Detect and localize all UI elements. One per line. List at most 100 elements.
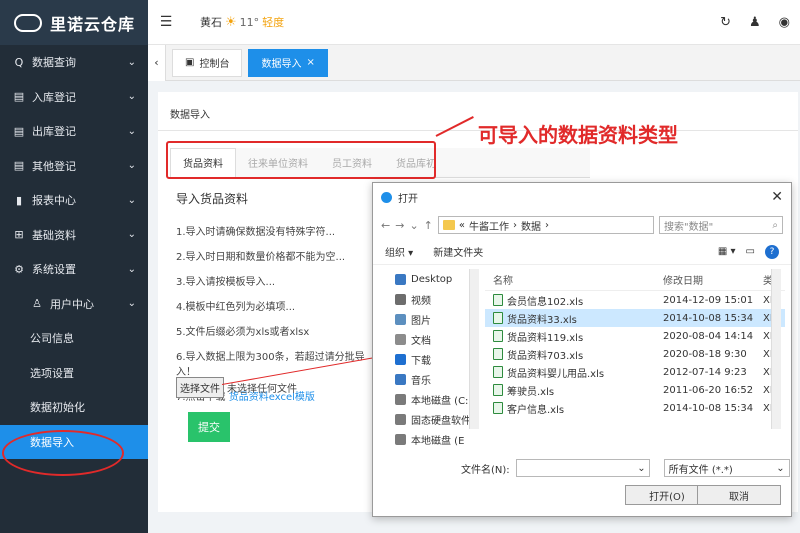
file-name-cell: 客户信息.xls <box>485 401 663 416</box>
more-icon[interactable]: ◉ <box>779 15 790 30</box>
close-icon[interactable]: ✕ <box>771 189 783 205</box>
sidebar-item[interactable]: ▤ 其他登记 ⌄ <box>0 149 148 184</box>
sidebar-item[interactable]: ⊞ 基础资料 ⌄ <box>0 218 148 253</box>
chevron-down-icon: ⌄ <box>127 91 136 103</box>
excel-file-icon <box>493 294 503 306</box>
nav-pane-item[interactable]: 音乐 <box>391 369 479 389</box>
nav-item-label: Desktop <box>411 273 453 285</box>
sidebar-item[interactable]: ▤ 入库登记 ⌄ <box>0 80 148 115</box>
tab-dashboard[interactable]: ▣ 控制台 <box>172 48 243 77</box>
help-icon[interactable]: ? <box>765 244 779 259</box>
filename-input[interactable]: ⌄ <box>515 459 650 477</box>
tab-label: 控制台 <box>199 59 230 70</box>
excel-file-icon <box>493 366 503 378</box>
view-options-icon[interactable]: ▦ ▾ <box>718 246 736 257</box>
annotation-box <box>166 141 436 179</box>
breadcrumb-segment[interactable]: 牛酱工作 <box>469 218 509 233</box>
breadcrumb-segment[interactable]: 数据 <box>521 218 541 233</box>
sidebar-subitem[interactable]: 选项设置 <box>0 356 148 391</box>
sidebar-item[interactable]: ⚙ 系统设置 ⌄ <box>0 252 148 287</box>
tab-data-import[interactable]: 数据导入 × <box>248 48 328 77</box>
nav-pane-item[interactable]: 固态硬盘软件 (D <box>391 409 479 429</box>
chevron-down-icon[interactable]: ⌄ <box>637 463 645 474</box>
recent-locations-icon[interactable]: ⌄ <box>409 219 418 232</box>
search-icon: ⌕ <box>772 219 778 231</box>
submit-button[interactable]: 提交 <box>188 412 230 442</box>
column-date[interactable]: 修改日期 <box>663 272 763 287</box>
nav-pane-item[interactable]: 下载 <box>391 349 479 369</box>
gear-icon: ⚙ <box>14 262 24 276</box>
folder-icon <box>395 333 406 345</box>
file-name: 货品资料婴儿用品.xls <box>507 368 605 380</box>
sidebar-item-label: 用户中心 <box>50 297 94 311</box>
nav-item-label: 本地磁盘 (E <box>411 435 465 447</box>
chevron-down-icon: ⌄ <box>127 160 136 172</box>
tab-scroll-left-icon[interactable]: ‹ <box>148 44 166 81</box>
new-folder-button[interactable]: 新建文件夹 <box>433 244 483 259</box>
folder-icon <box>395 353 406 365</box>
nav-pane-item[interactable]: 图片 <box>391 309 479 329</box>
file-row[interactable]: 货品资料119.xls 2020-08-04 14:14 XL <box>485 327 785 345</box>
excel-file-icon <box>493 330 503 342</box>
chevron-down-icon: ⌄ <box>127 229 136 241</box>
sidebar-item[interactable]: ▮ 报表中心 ⌄ <box>0 183 148 218</box>
preview-pane-icon[interactable]: ▭ <box>746 246 755 257</box>
sidebar-menu: Q 数据查询 ⌄ ▤ 入库登记 ⌄ ▤ 出库登记 ⌄ ▤ 其他登记 ⌄ ▮ 报表中心 ⌄ ⊞ 基础资料 ⌄ ⚙ 系统设… <box>0 45 148 287</box>
file-list-header: 名称 修改日期 类 <box>485 269 785 291</box>
nav-pane-item[interactable]: Desktop <box>391 269 479 289</box>
sidebar-subitem[interactable]: 公司信息 <box>0 321 148 356</box>
sidebar-item[interactable]: Q 数据查询 ⌄ <box>0 45 148 80</box>
annotation-callout: 可导入的数据资料类型 <box>478 123 678 147</box>
grid-icon: ⊞ <box>14 228 24 242</box>
hamburger-menu-icon[interactable]: ☰ <box>148 14 184 30</box>
nav-scrollbar[interactable] <box>469 269 479 429</box>
file-name: 货品资料119.xls <box>507 332 584 344</box>
organize-button[interactable]: 组织 ▾ <box>385 244 413 259</box>
file-row[interactable]: 货品资料703.xls 2020-08-18 9:30 XL <box>485 345 785 363</box>
document-icon: ▤ <box>13 159 25 173</box>
cancel-button[interactable]: 取消 <box>697 485 781 505</box>
choose-file-button[interactable]: 选择文件 <box>176 377 224 398</box>
page-title: 数据导入 <box>170 110 210 121</box>
bar-chart-icon: ▮ <box>15 193 23 207</box>
user-icon[interactable]: ♟ <box>749 15 761 30</box>
sidebar-subitem[interactable]: 数据初始化 <box>0 390 148 425</box>
sidebar-subitem[interactable]: ♙ 用户中心 ⌄ <box>0 287 148 322</box>
nav-pane-item[interactable]: 视频 <box>391 289 479 309</box>
excel-file-icon <box>493 384 503 396</box>
breadcrumb-separator: › <box>513 219 517 231</box>
file-row[interactable]: 货品资料33.xls 2014-10-08 15:34 XL <box>485 309 785 327</box>
file-row[interactable]: 筹驶员.xls 2011-06-20 16:52 XL <box>485 381 785 399</box>
monitor-icon: ▣ <box>185 57 195 68</box>
address-row: ← → ⌄ ↑ « 牛酱工作 › 数据 › 搜索"数据" ⌕ <box>373 211 791 239</box>
address-bar[interactable]: « 牛酱工作 › 数据 › <box>437 216 654 234</box>
file-row[interactable]: 货品资料婴儿用品.xls 2012-07-14 9:23 XL <box>485 363 785 381</box>
document-icon: ▤ <box>13 124 25 138</box>
file-row[interactable]: 客户信息.xls 2014-10-08 15:34 XL <box>485 399 785 417</box>
file-type-select[interactable]: 所有文件 (*.*) ⌄ <box>663 459 790 477</box>
column-name[interactable]: 名称 <box>485 272 663 287</box>
forward-arrow-icon[interactable]: → <box>395 219 404 232</box>
back-arrow-icon[interactable]: ← <box>381 219 390 232</box>
file-date: 2011-06-20 16:52 <box>663 384 754 396</box>
file-list: 名称 修改日期 类 会员信息102.xls 2014-12-09 15:01 XL 货… <box>485 269 785 429</box>
nav-pane-item[interactable]: 本地磁盘 (C:) <box>391 389 479 409</box>
chevron-down-icon: ⌄ <box>127 263 136 275</box>
close-icon[interactable]: × <box>306 57 314 68</box>
file-row[interactable]: 会员信息102.xls 2014-12-09 15:01 XL <box>485 291 785 309</box>
sidebar-item[interactable]: ▤ 出库登记 ⌄ <box>0 114 148 149</box>
file-name-cell: 货品资料703.xls <box>485 347 663 362</box>
file-scrollbar[interactable] <box>771 269 781 429</box>
up-arrow-icon[interactable]: ↑ <box>424 219 433 232</box>
nav-item-label: 音乐 <box>411 375 431 387</box>
nav-pane-item[interactable]: 文档 <box>391 329 479 349</box>
sidebar-item-label: 数据初始化 <box>30 401 85 415</box>
refresh-icon[interactable]: ↻ <box>720 15 731 30</box>
search-input[interactable]: 搜索"数据" ⌕ <box>659 216 783 234</box>
brand-name: 里诺云仓库 <box>50 14 136 34</box>
sidebar-item-label: 系统设置 <box>32 263 76 277</box>
nav-pane-item[interactable]: 本地磁盘 (E <box>391 429 479 449</box>
file-date: 2014-10-08 15:34 <box>663 402 754 414</box>
file-name-cell: 货品资料119.xls <box>485 329 663 344</box>
command-bar: 组织 ▾ 新建文件夹 ▦ ▾ ▭ ? <box>373 239 791 265</box>
